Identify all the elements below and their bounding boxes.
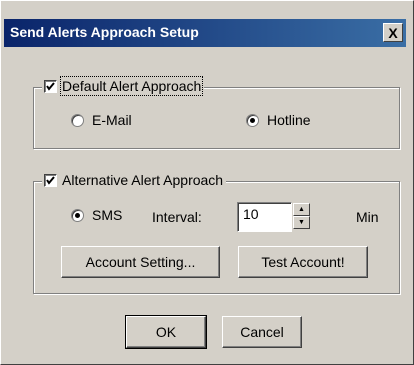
close-icon: X — [388, 24, 398, 41]
sms-label: SMS — [92, 207, 123, 223]
email-radio-option[interactable]: E-Mail — [71, 112, 132, 128]
checkmark-icon — [46, 81, 55, 91]
cancel-button[interactable]: Cancel — [222, 316, 302, 348]
hotline-label: Hotline — [267, 112, 311, 128]
email-label: E-Mail — [92, 112, 132, 128]
checkmark-icon — [46, 175, 55, 185]
spin-up-icon[interactable]: ▲ — [293, 203, 310, 216]
close-button[interactable]: X — [383, 23, 403, 42]
hotline-radio-option[interactable]: Hotline — [246, 112, 311, 128]
test-account-button[interactable]: Test Account! — [238, 246, 368, 278]
interval-label: Interval: — [152, 209, 202, 225]
interval-input[interactable]: 10 — [237, 202, 292, 232]
default-alert-checkbox[interactable] — [44, 79, 57, 93]
account-setting-button[interactable]: Account Setting... — [61, 246, 220, 278]
sms-radio[interactable] — [71, 208, 84, 222]
ok-button[interactable]: OK — [125, 315, 207, 349]
email-radio[interactable] — [71, 113, 84, 127]
alternative-alert-group: Alternative Alert Approach SMS Interval:… — [33, 172, 400, 294]
dialog-window: Send Alerts Approach Setup X Default Ale… — [0, 0, 414, 365]
window-title: Send Alerts Approach Setup — [10, 24, 199, 40]
default-alert-legend: Default Alert Approach — [42, 76, 205, 96]
unit-label: Min — [356, 209, 379, 225]
alternative-alert-label: Alternative Alert Approach — [62, 172, 224, 188]
default-alert-label: Default Alert Approach — [59, 76, 204, 96]
default-alert-group: Default Alert Approach E-Mail Hotline — [33, 76, 400, 149]
interval-spinner[interactable]: ▲ ▼ — [293, 203, 310, 229]
title-bar[interactable]: Send Alerts Approach Setup X — [4, 19, 406, 47]
spin-down-icon[interactable]: ▼ — [293, 216, 310, 229]
sms-radio-option[interactable]: SMS — [71, 207, 122, 223]
hotline-radio[interactable] — [246, 113, 259, 127]
alternative-alert-checkbox[interactable] — [44, 173, 57, 187]
alternative-alert-legend: Alternative Alert Approach — [42, 172, 227, 188]
